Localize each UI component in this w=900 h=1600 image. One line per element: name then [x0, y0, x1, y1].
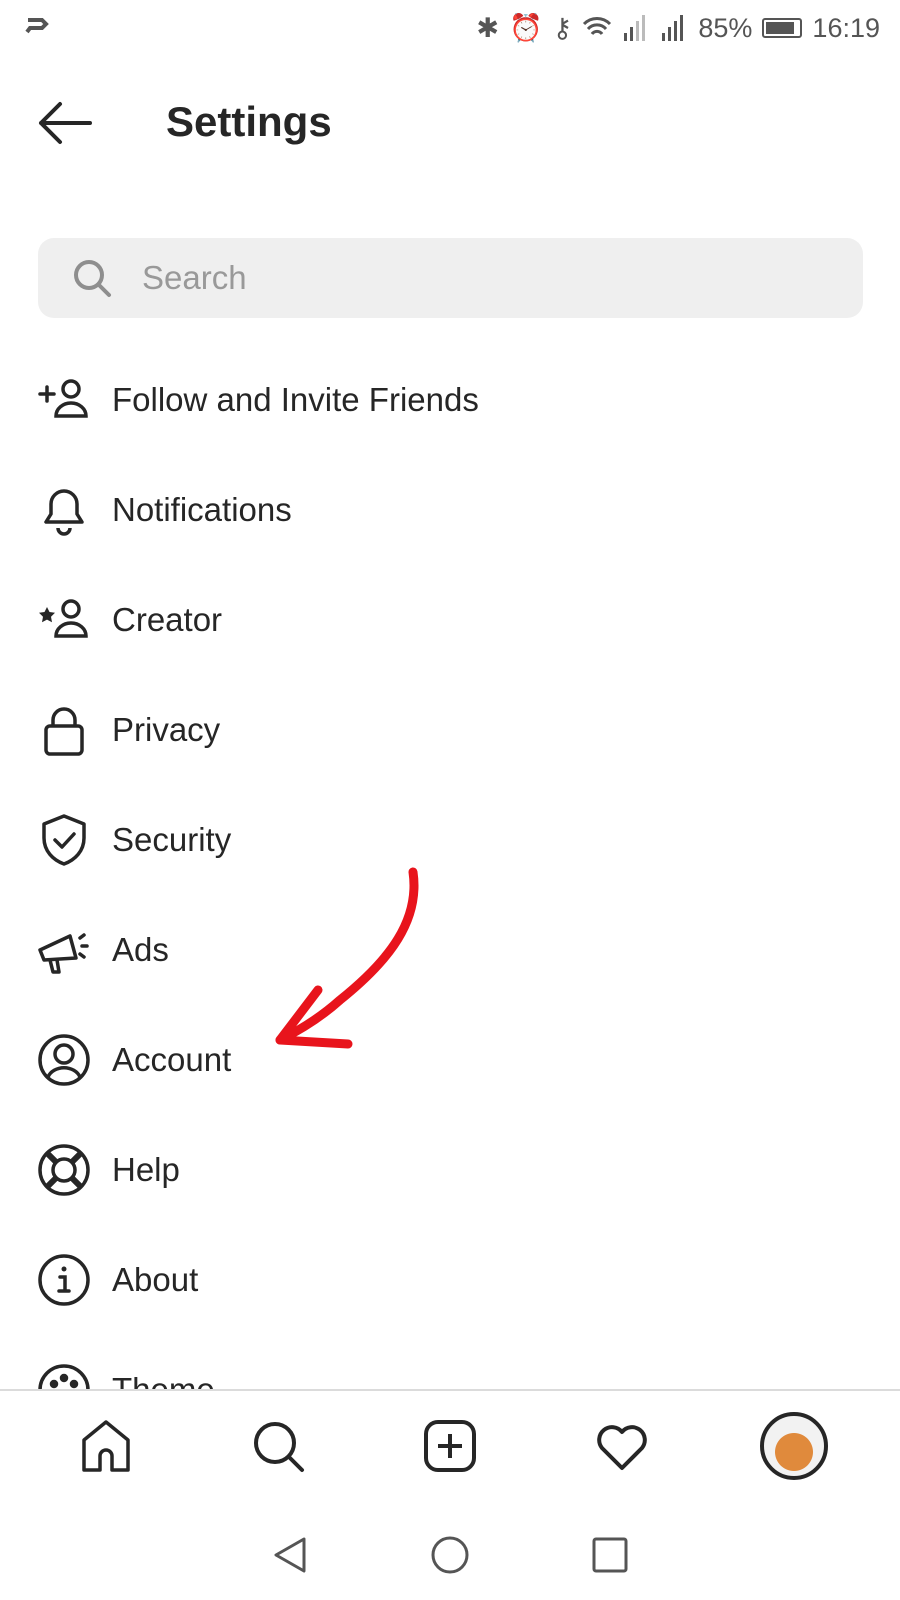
home-icon [82, 1420, 130, 1472]
settings-list: Follow and Invite Friends Notifications … [0, 345, 900, 1390]
battery-percent: 85% [698, 12, 753, 43]
lifebuoy-icon [38, 1144, 90, 1196]
bluetooth-icon: ✱ [476, 12, 499, 43]
settings-item-label: Creator [112, 601, 223, 638]
shield-check-icon [42, 814, 86, 866]
settings-item-help[interactable]: Help [0, 1115, 900, 1225]
settings-item-account[interactable]: Account [0, 1005, 900, 1115]
settings-item-notifications[interactable]: Notifications [0, 455, 900, 565]
wifi-icon [583, 17, 612, 36]
settings-item-ads[interactable]: Ads [0, 895, 900, 1005]
info-icon [38, 1254, 90, 1306]
header: Settings [0, 80, 900, 165]
tab-profile[interactable] [759, 1411, 829, 1481]
settings-item-security[interactable]: Security [0, 785, 900, 895]
settings-item-label: Help [112, 1151, 180, 1188]
search-bar[interactable] [38, 238, 863, 318]
profile-avatar [760, 1412, 828, 1480]
palette-icon [38, 1364, 90, 1390]
settings-item-about[interactable]: About [0, 1225, 900, 1335]
settings-item-follow-invite[interactable]: Follow and Invite Friends [0, 345, 900, 455]
lock-icon [44, 707, 84, 756]
star-person-icon [39, 599, 88, 638]
settings-item-label: About [112, 1261, 199, 1298]
search-input[interactable] [142, 259, 742, 297]
vpn-key-icon: ⚷ [552, 12, 573, 43]
settings-item-label: Privacy [112, 711, 221, 748]
alarm-icon: ⏰ [508, 13, 543, 43]
system-navigation-bar [0, 1510, 900, 1600]
settings-item-label: Security [112, 821, 232, 858]
settings-item-label: Ads [112, 931, 169, 968]
nav-recents-icon[interactable] [590, 1535, 630, 1575]
settings-item-label: Notifications [112, 491, 292, 528]
settings-item-creator[interactable]: Creator [0, 565, 900, 675]
megaphone-icon [38, 933, 89, 974]
heart-icon [597, 1425, 647, 1470]
tab-activity[interactable] [587, 1411, 657, 1481]
search-icon [254, 1422, 304, 1472]
back-arrow-icon[interactable] [36, 100, 92, 146]
bell-icon [44, 489, 84, 536]
nav-back-icon[interactable] [270, 1535, 310, 1575]
clock: 16:19 [812, 12, 880, 43]
search-icon [74, 260, 111, 297]
status-bar: ✱ ⏰ ⚷ 85% 16:19 [0, 0, 900, 56]
signal-icon [662, 15, 684, 41]
bottom-tab-bar [0, 1391, 900, 1501]
settings-item-label: Theme [112, 1371, 215, 1390]
settings-item-theme[interactable]: Theme [0, 1335, 900, 1390]
notification-icon [24, 14, 50, 45]
settings-item-label: Account [112, 1041, 232, 1078]
account-circle-icon [38, 1034, 90, 1086]
signal-icon [624, 15, 646, 41]
nav-home-icon[interactable] [430, 1535, 470, 1575]
settings-item-privacy[interactable]: Privacy [0, 675, 900, 785]
tab-home[interactable] [71, 1411, 141, 1481]
add-person-icon [38, 379, 88, 418]
new-post-icon [424, 1420, 476, 1472]
settings-item-label: Follow and Invite Friends [112, 381, 479, 418]
battery-icon [762, 18, 803, 38]
page-title: Settings [166, 98, 332, 145]
tab-new-post[interactable] [415, 1411, 485, 1481]
tab-search[interactable] [243, 1411, 313, 1481]
